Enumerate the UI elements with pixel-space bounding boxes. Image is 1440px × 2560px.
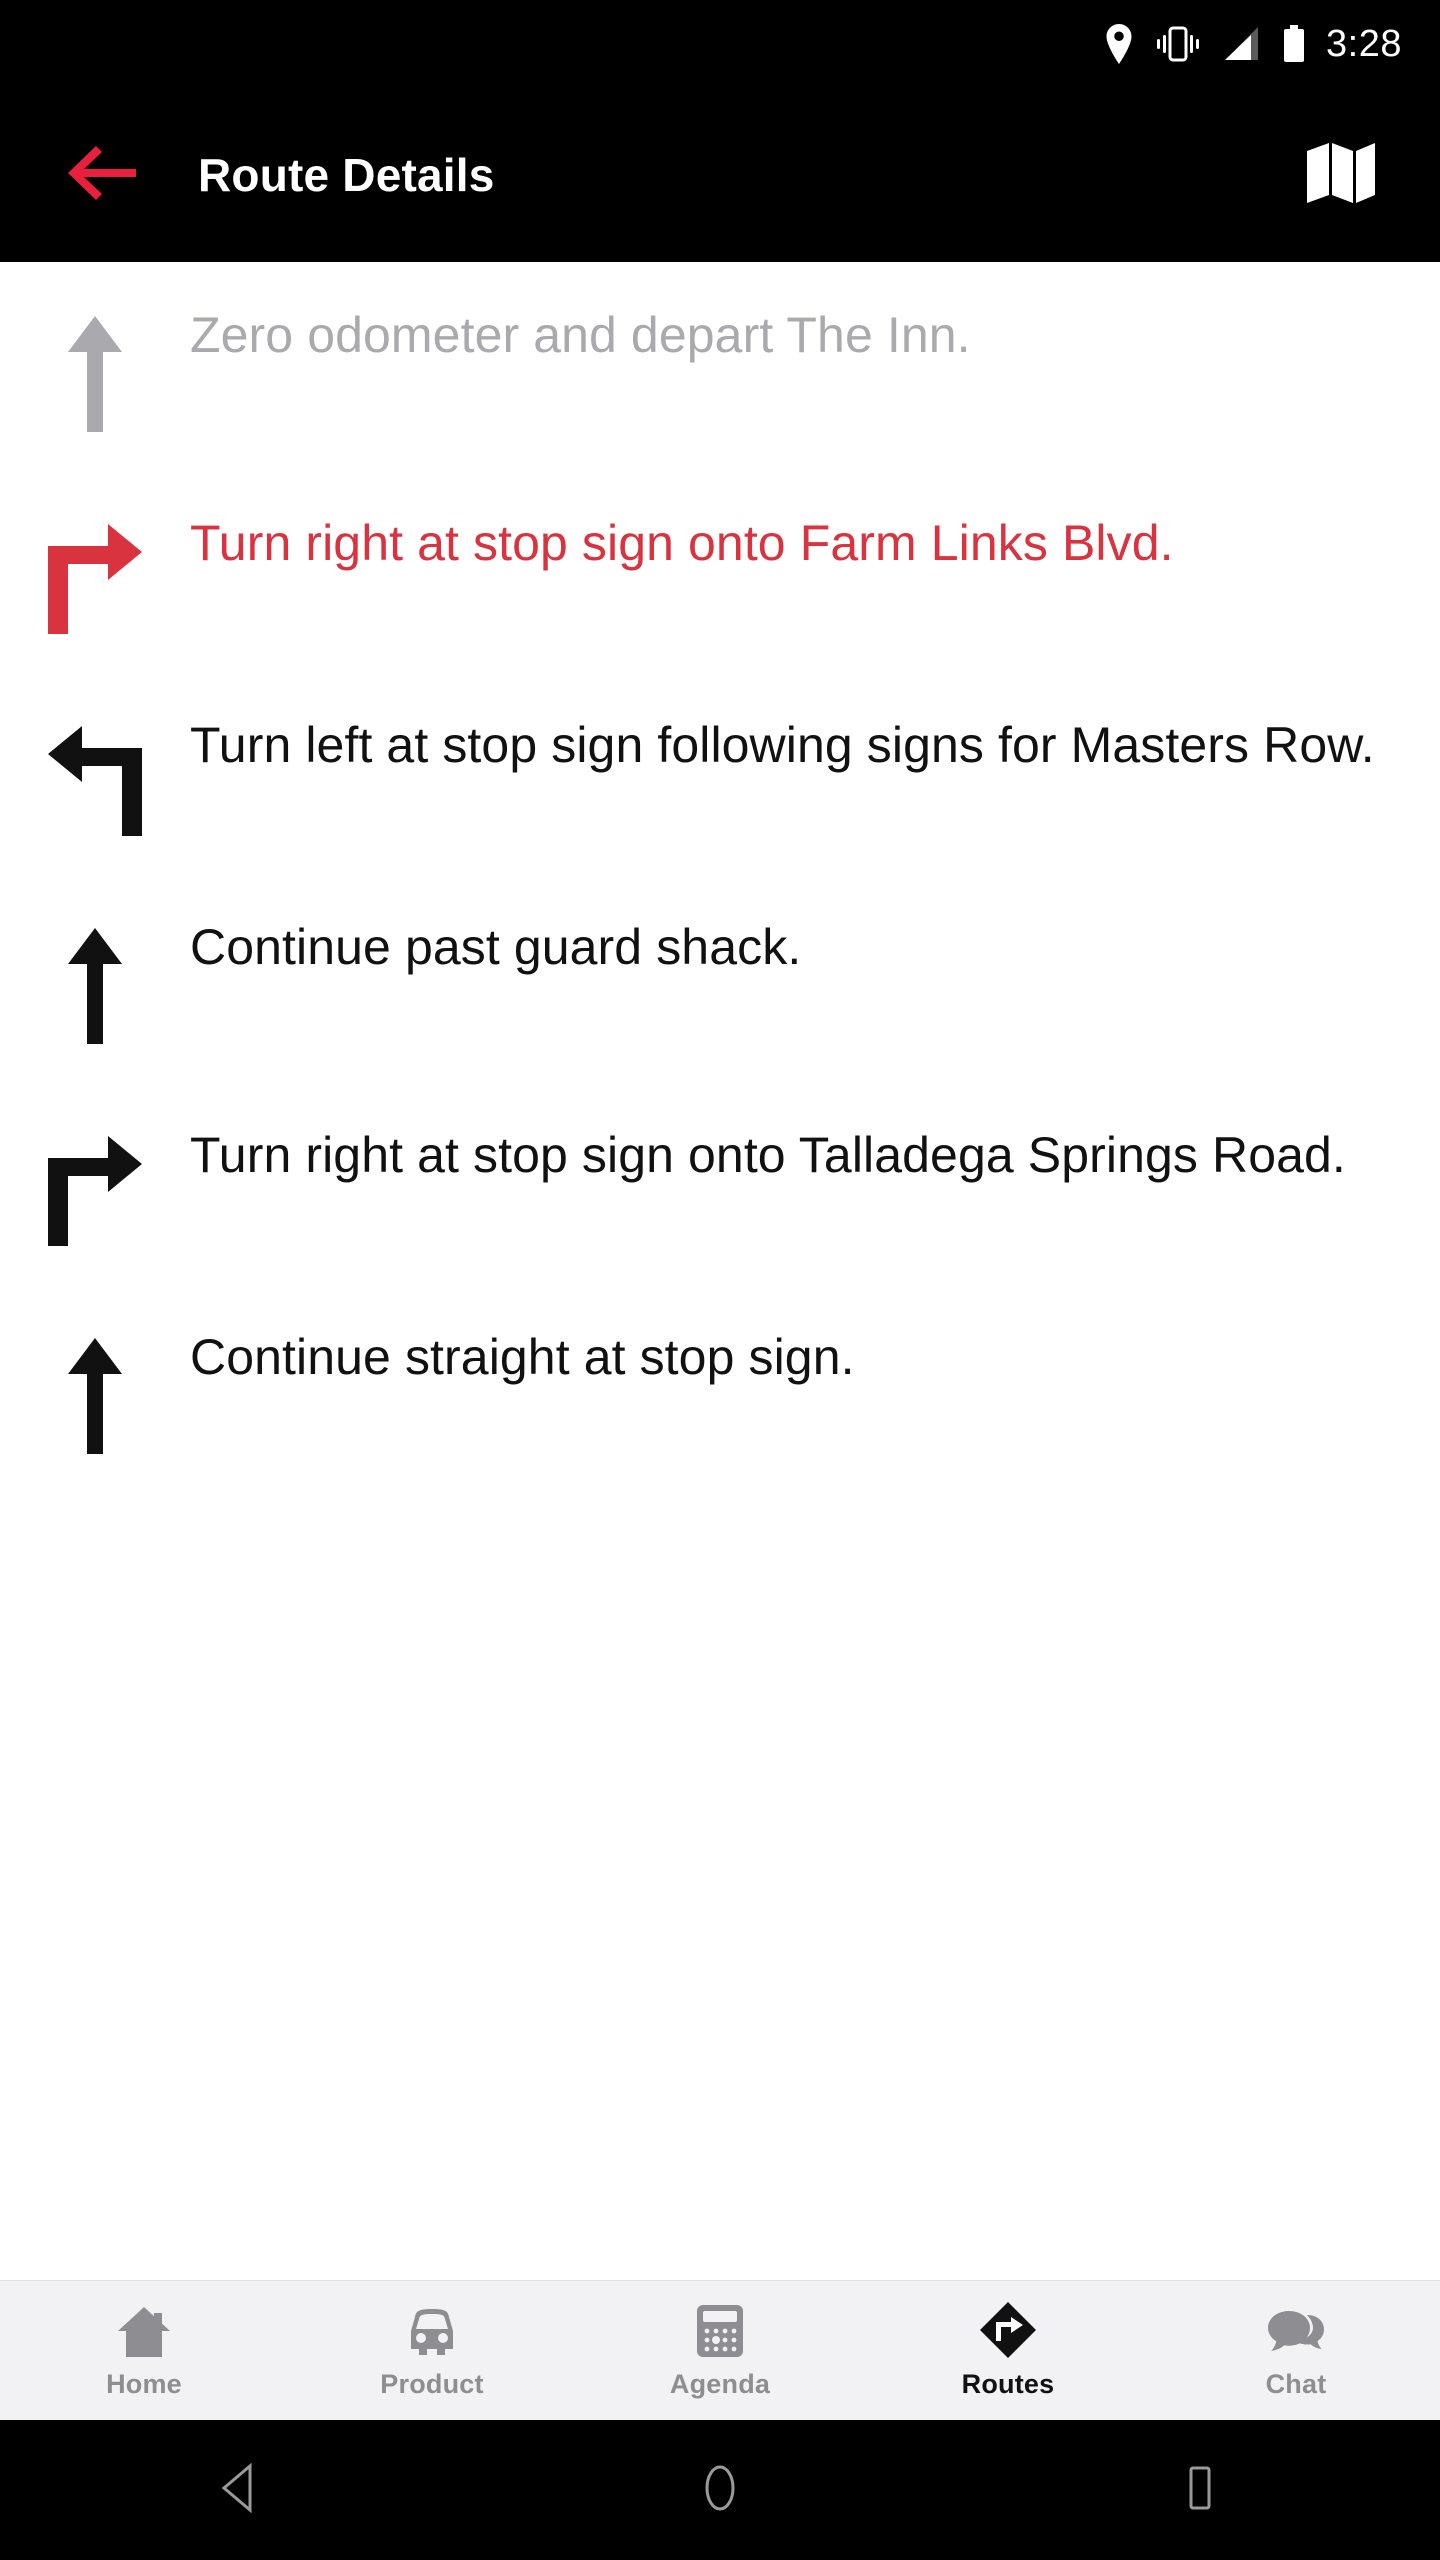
arrow-straight-icon (0, 300, 190, 432)
tab-routes-label: Routes (961, 2369, 1055, 2399)
route-step-item[interactable]: Turn left at stop sign following signs f… (0, 672, 1440, 874)
nav-back-icon (216, 2462, 264, 2519)
app-bar: Route Details (0, 88, 1440, 262)
route-sign-icon (979, 2301, 1037, 2359)
map-button[interactable] (1286, 120, 1396, 230)
arrow-straight-icon (0, 912, 190, 1044)
nav-home-icon (698, 2462, 742, 2519)
home-icon (116, 2301, 172, 2359)
tab-chat-label: Chat (1265, 2369, 1327, 2399)
route-step-item[interactable]: Zero odometer and depart The Inn. (0, 262, 1440, 470)
route-step-item[interactable]: Continue past guard shack. (0, 874, 1440, 1082)
tab-agenda[interactable]: Agenda (576, 2281, 864, 2420)
nav-recents-icon (1180, 2462, 1220, 2519)
status-icons (1104, 24, 1306, 64)
nav-recents-button[interactable] (1130, 2420, 1270, 2560)
route-step-text: Continue straight at stop sign. (190, 1329, 855, 1385)
back-arrow-icon (66, 142, 138, 209)
arrow-straight-icon (0, 1322, 190, 1454)
signal-icon (1222, 26, 1260, 62)
route-steps-list[interactable]: Zero odometer and depart The Inn. Turn r… (0, 262, 1440, 2560)
tab-product-label: Product (380, 2369, 484, 2399)
arrow-turn-right-icon (0, 508, 190, 634)
tab-home-label: Home (106, 2369, 182, 2399)
status-bar: 3:28 (0, 0, 1440, 88)
route-step-text: Continue past guard shack. (190, 919, 802, 975)
route-step-item[interactable]: Turn right at stop sign onto Farm Links … (0, 470, 1440, 672)
arrow-turn-right-icon (0, 1120, 190, 1246)
route-step-item[interactable]: Continue straight at stop sign. (0, 1284, 1440, 1492)
route-step-text: Turn left at stop sign following signs f… (190, 717, 1375, 773)
vibrate-icon (1156, 25, 1200, 63)
phone-screen: 3:28 Route Details Zero odometer and dep… (0, 0, 1440, 2560)
route-step-item[interactable]: Turn right at stop sign onto Talladega S… (0, 1082, 1440, 1284)
nav-home-button[interactable] (650, 2420, 790, 2560)
route-step-text: Turn right at stop sign onto Farm Links … (190, 515, 1174, 571)
tab-product[interactable]: Product (288, 2281, 576, 2420)
page-title: Route Details (198, 149, 495, 201)
tab-routes[interactable]: Routes (864, 2281, 1152, 2420)
route-step-text: Zero odometer and depart The Inn. (190, 307, 971, 363)
battery-icon (1282, 25, 1306, 63)
bottom-tab-bar: Home Product Agenda Routes Chat (0, 2280, 1440, 2420)
location-pin-icon (1104, 24, 1134, 64)
calculator-icon (695, 2301, 745, 2359)
nav-back-button[interactable] (170, 2420, 310, 2560)
route-step-text: Turn right at stop sign onto Talladega S… (190, 1127, 1346, 1183)
car-icon (403, 2301, 461, 2359)
tab-chat[interactable]: Chat (1152, 2281, 1440, 2420)
back-button[interactable] (42, 115, 162, 235)
status-time: 3:28 (1326, 22, 1402, 65)
map-icon (1305, 139, 1377, 212)
android-nav-bar (0, 2420, 1440, 2560)
tab-home[interactable]: Home (0, 2281, 288, 2420)
tab-agenda-label: Agenda (669, 2369, 771, 2399)
chat-bubbles-icon (1266, 2301, 1326, 2359)
arrow-turn-left-icon (0, 710, 190, 836)
